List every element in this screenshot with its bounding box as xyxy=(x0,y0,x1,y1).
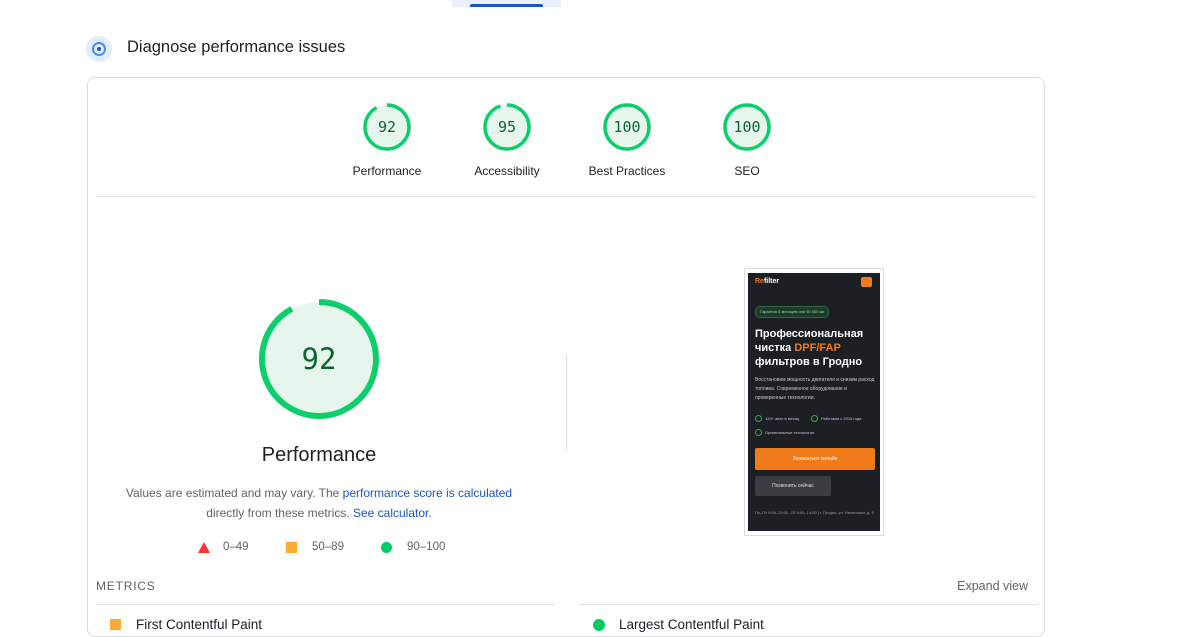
gauge-best-practices-label: Best Practices xyxy=(588,164,666,178)
see-calculator-link[interactable]: See calculator xyxy=(353,506,428,520)
gauge-accessibility-score: 95 xyxy=(497,118,517,136)
vertical-separator xyxy=(566,355,567,451)
note-text-end: . xyxy=(428,506,432,520)
gauge-accessibility-label: Accessibility xyxy=(474,164,540,178)
gauge-best-practices[interactable]: 100 Best Practices xyxy=(572,102,682,178)
gauge-seo[interactable]: 100 SEO xyxy=(692,102,802,178)
gauge-seo-score: 100 xyxy=(733,118,761,136)
gauges-divider xyxy=(96,196,1036,197)
final-screenshot[interactable]: Refilter Гарантия 6 месяцев или 50 000 к… xyxy=(744,268,884,536)
legend-average-range: 50–89 xyxy=(312,541,344,553)
pass-circle-icon xyxy=(593,618,605,631)
legend-average: 50–89 xyxy=(286,541,344,553)
site-footer: Пн–Пт 9:00–19:00, Сб 9:00–14:00 | г. Гро… xyxy=(755,510,874,515)
legend-fail-range: 0–49 xyxy=(223,541,249,553)
guarantee-badge: Гарантия 6 месяцев или 50 000 км xyxy=(755,306,830,318)
fail-triangle-icon xyxy=(198,541,210,553)
performance-title: Performance xyxy=(261,444,377,466)
feature-2: Работаем с 2016 года xyxy=(811,415,861,422)
diagnose-icon xyxy=(86,36,112,62)
average-square-icon xyxy=(110,619,121,630)
feature-1: 120+ авто в месяц xyxy=(755,415,799,422)
note-text: Values are estimated and may vary. The xyxy=(125,486,343,500)
feature-3: Оригинальные технологии xyxy=(755,429,814,436)
performance-score: 92 xyxy=(301,342,337,376)
legend-pass-range: 90–100 xyxy=(407,541,446,553)
average-square-icon xyxy=(286,541,297,553)
gauge-performance[interactable]: 92 Performance xyxy=(332,102,442,178)
metrics-header: METRICS xyxy=(96,579,156,593)
report-card: 92 Performance 95 Accessibility 100 Best… xyxy=(87,77,1045,637)
site-logo: Refilter xyxy=(755,278,780,285)
gauge-seo-label: SEO xyxy=(734,164,760,178)
gauge-best-practices-score: 100 xyxy=(613,118,641,136)
score-calculated-link[interactable]: performance score is calculated xyxy=(343,486,512,500)
legend-fail: 0–49 xyxy=(198,541,249,553)
gauge-performance-score: 92 xyxy=(377,118,397,136)
category-gauges: 92 Performance 95 Accessibility 100 Best… xyxy=(88,102,1044,192)
book-online-button: Записаться онлайн xyxy=(755,448,875,470)
menu-icon xyxy=(861,277,872,287)
active-tab-indicator xyxy=(470,4,543,7)
metrics-divider-left xyxy=(96,604,555,605)
hero-heading: Профессиональная чистка DPF/FAP фильтров… xyxy=(755,328,864,368)
gauge-performance-label: Performance xyxy=(352,164,422,178)
score-note: Values are estimated and may vary. The p… xyxy=(123,483,515,523)
call-now-button: Позвонить сейчас xyxy=(755,476,831,496)
gauge-accessibility[interactable]: 95 Accessibility xyxy=(452,102,562,178)
legend-pass: 90–100 xyxy=(381,541,445,553)
hero-paragraph: Восстановим мощность двигателя и снизим … xyxy=(755,377,875,401)
note-text-middle: directly from these metrics. xyxy=(206,506,353,520)
metrics-divider-right xyxy=(579,604,1038,605)
pass-circle-icon xyxy=(381,541,392,553)
page-screenshot: Refilter Гарантия 6 месяцев или 50 000 к… xyxy=(748,273,880,531)
section-title: Diagnose performance issues xyxy=(127,38,346,56)
expand-view-toggle[interactable]: Expand view xyxy=(957,579,1028,593)
